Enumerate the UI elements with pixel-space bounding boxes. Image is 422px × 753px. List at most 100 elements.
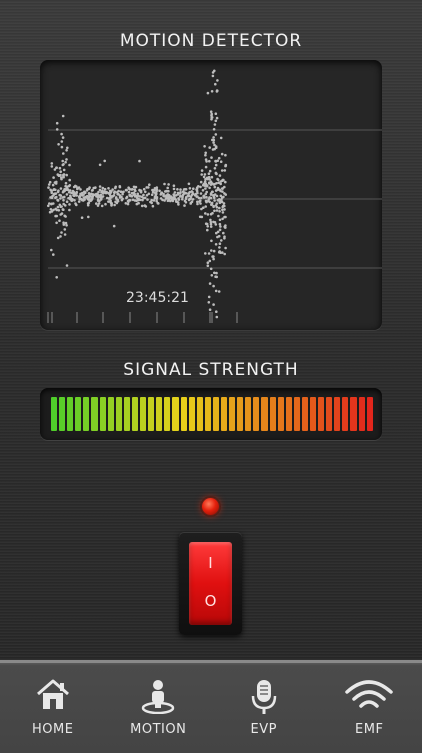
scope-dot (147, 186, 150, 189)
scope-dot (207, 213, 210, 216)
meter-bar (286, 397, 292, 431)
scope-dot (153, 199, 156, 202)
scope-dot (65, 174, 68, 177)
scope-dot (218, 157, 221, 160)
scope-dot (146, 198, 149, 201)
scope-dot (57, 189, 60, 192)
tab-home-label: HOME (0, 722, 106, 737)
scope-dot (109, 199, 112, 202)
scope-dot (196, 192, 199, 195)
scope-dot (65, 158, 68, 161)
scope-dot (224, 154, 227, 157)
scope-dot (196, 203, 199, 206)
scope-dot (152, 205, 155, 208)
scope-dot (222, 196, 225, 199)
scope-dot (215, 310, 218, 313)
meter-bar (59, 397, 65, 431)
meter-bar (132, 397, 138, 431)
scope-dot (216, 188, 219, 191)
signal-strength-title: SIGNAL STRENGTH (0, 360, 422, 380)
scope-dot (87, 204, 90, 207)
scope-dot (214, 221, 217, 224)
scope-dot (63, 169, 66, 172)
scope-dot (215, 112, 218, 115)
scope-dot (167, 200, 170, 203)
scope-dot (203, 195, 206, 198)
scope-dot (221, 206, 224, 209)
motion-icon (141, 678, 175, 718)
scope-dot (221, 218, 224, 221)
tab-home[interactable]: HOME (0, 663, 106, 753)
tab-motion[interactable]: MOTION (106, 663, 212, 753)
scope-dot (68, 209, 71, 212)
scope-dot (211, 255, 214, 258)
meter-bar (318, 397, 324, 431)
scope-dot (64, 228, 67, 231)
signal-strength-meter (40, 388, 382, 440)
scope-dot (205, 166, 208, 169)
scope-dot (196, 195, 199, 198)
scope-dot (60, 133, 63, 136)
scope-dot (104, 203, 107, 206)
scope-dot (200, 181, 203, 184)
motion-scope: 23:45:21 (40, 60, 382, 330)
scope-dot (215, 164, 218, 167)
scope-dot (216, 159, 219, 162)
scope-dot (57, 237, 60, 240)
scope-dot (87, 216, 90, 219)
scope-dot (206, 184, 209, 187)
scope-dot (111, 188, 114, 191)
scope-dot (213, 197, 216, 200)
meter-bar (156, 397, 162, 431)
scope-dot (125, 189, 128, 192)
scope-dot (214, 123, 217, 126)
tab-emf[interactable]: EMF (317, 663, 422, 753)
scope-dot (68, 179, 71, 182)
scope-dot (213, 199, 216, 202)
scope-dot (59, 235, 62, 238)
scope-dot (57, 206, 60, 209)
scope-dot (185, 188, 188, 191)
scope-dot (173, 184, 176, 187)
scope-dot (54, 196, 57, 199)
scope-dot (66, 264, 69, 267)
tab-emf-label: EMF (317, 722, 422, 737)
scope-dot (213, 128, 216, 131)
scope-dot (125, 202, 128, 205)
scope-dot (56, 199, 59, 202)
tab-evp[interactable]: EVP (211, 663, 317, 753)
scope-dot (211, 176, 214, 179)
scope-dot (50, 249, 53, 252)
scope-dot (210, 110, 213, 113)
scope-dot (220, 137, 223, 140)
scope-dot (65, 222, 68, 225)
scope-dot (47, 186, 50, 189)
scope-dot (210, 223, 213, 226)
scope-dot (207, 264, 210, 267)
scope-dot (213, 272, 216, 275)
meter-bar (140, 397, 146, 431)
power-switch-rocker[interactable]: I O (189, 542, 232, 625)
scope-dot (61, 160, 64, 163)
power-switch[interactable]: I O (179, 532, 242, 635)
scope-dot (121, 199, 124, 202)
scope-dot (101, 190, 104, 193)
scope-dot (78, 200, 81, 203)
scope-dot (208, 196, 211, 199)
tab-motion-label: MOTION (106, 722, 212, 737)
meter-bar (213, 397, 219, 431)
scope-dot (166, 187, 169, 190)
scope-dot (151, 193, 154, 196)
scope-dot (81, 194, 84, 197)
scope-dot (216, 316, 219, 319)
scope-dot (204, 212, 207, 215)
scope-dot (98, 202, 101, 205)
meter-bar (294, 397, 300, 431)
scope-dot (97, 196, 100, 199)
scope-dot (165, 190, 168, 193)
scope-dot (216, 209, 219, 212)
scope-dot (210, 156, 213, 159)
scope-dot (49, 181, 52, 184)
scope-dot (133, 193, 136, 196)
scope-dot (210, 116, 213, 119)
